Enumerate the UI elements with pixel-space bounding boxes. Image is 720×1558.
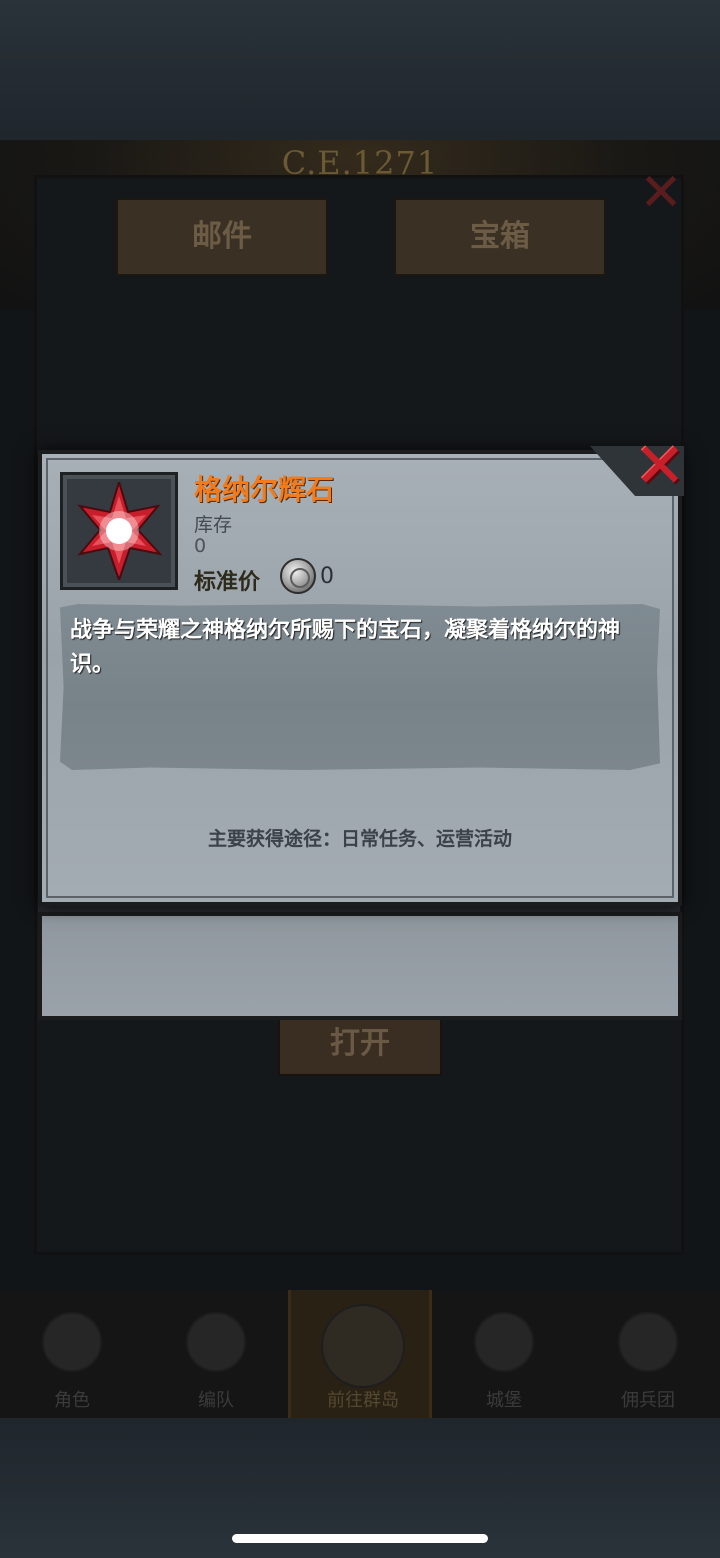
crimson-star-gem-icon — [77, 482, 162, 580]
nav-label: 前往群岛 — [327, 1390, 399, 1411]
close-icon[interactable]: ✕ — [632, 435, 688, 497]
nav-label: 佣兵团 — [621, 1390, 675, 1411]
nav-item-character[interactable]: 角色 — [0, 1290, 144, 1418]
formation-icon — [186, 1312, 246, 1372]
stock-value: 0 — [194, 535, 207, 557]
character-icon — [42, 1312, 102, 1372]
nav-item-mercenary[interactable]: 佣兵团 — [576, 1290, 720, 1418]
mercenary-icon — [618, 1312, 678, 1372]
nav-item-castle[interactable]: 城堡 — [432, 1290, 576, 1418]
silver-coin-icon — [280, 558, 316, 594]
home-indicator[interactable] — [232, 1534, 488, 1543]
stock-label: 库存 — [194, 514, 233, 536]
castle-icon — [474, 1312, 534, 1372]
tab-mail[interactable]: 邮件 — [116, 198, 328, 276]
open-button[interactable]: 打开 — [278, 1012, 442, 1076]
nav-item-islands[interactable]: 前往群岛 — [288, 1290, 432, 1418]
price-value: 0 — [320, 564, 334, 589]
nav-label: 城堡 — [486, 1390, 522, 1411]
item-description: 战争与荣耀之神格纳尔所赐下的宝石，凝聚着格纳尔的神识。 — [70, 618, 621, 677]
nav-label: 编队 — [198, 1390, 234, 1411]
status-bar-area — [0, 0, 720, 140]
nav-item-formation[interactable]: 编队 — [144, 1290, 288, 1418]
compass-icon — [321, 1304, 405, 1388]
item-name: 格纳尔辉石 — [194, 473, 335, 506]
price-label: 标准价 — [194, 570, 261, 595]
item-source: 主要获得途径：日常任务、运营活动 — [207, 828, 512, 850]
close-icon[interactable]: ✕ — [636, 167, 686, 219]
nav-label: 角色 — [54, 1390, 90, 1411]
dialog-lower-panel — [38, 912, 682, 1020]
bottom-navigation: 角色 编队 前往群岛 城堡 佣兵团 — [0, 1290, 720, 1418]
tab-chest[interactable]: 宝箱 — [394, 198, 606, 276]
